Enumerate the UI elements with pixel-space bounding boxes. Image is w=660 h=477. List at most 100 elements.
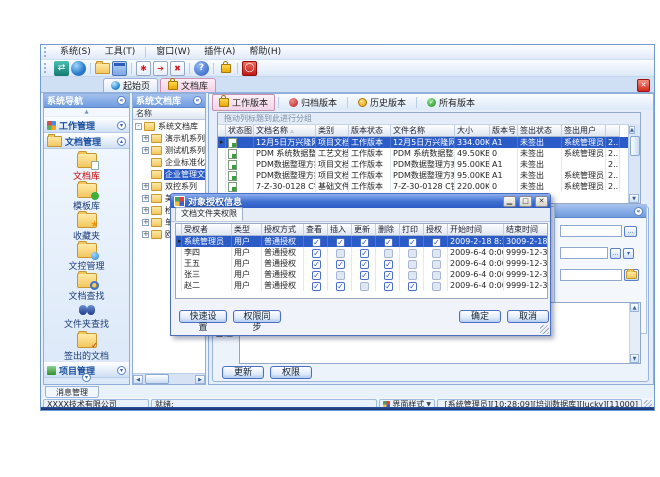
checkbox-checked[interactable]: ✓	[432, 238, 441, 247]
table-row[interactable]: PDM 系统数据整理检...工艺文档工作版本PDM 系统数据整理...49.50…	[218, 148, 640, 159]
permission-row-王五[interactable]: 王五用户普通授权✓✓✓✓2009-6-4 0:00:009999-12-31 2…	[176, 258, 547, 269]
table-row[interactable]: 7-Z-30-0128 C钢70...基础文件工作版本7-Z-30-0128 C…	[218, 181, 640, 192]
checkbox-checked[interactable]: ✓	[360, 271, 369, 280]
tab-archived-version[interactable]: 归档版本	[282, 94, 344, 111]
tree-node-双控系列[interactable]: +双控系列	[133, 180, 205, 192]
doc-flag-icon[interactable]: ✖	[170, 61, 185, 76]
tab-history-version[interactable]: 历史版本	[351, 94, 413, 111]
exit-icon[interactable]: ◯	[242, 61, 257, 76]
computer-sync-icon[interactable]: ⇄	[54, 61, 69, 76]
column-header-打印[interactable]: 打印	[400, 224, 424, 236]
table-row[interactable]: PDM数据整理方案2.doc项目文档工作版本PDM数据整理方案2.doc95.0…	[218, 170, 640, 181]
column-header-类型[interactable]: 类型	[232, 224, 262, 236]
doc-mail-icon[interactable]: ➔	[153, 61, 168, 76]
column-header-受权者[interactable]: 受权者	[182, 224, 232, 236]
checkbox-checked[interactable]: ✓	[336, 238, 345, 247]
property-field-1[interactable]	[560, 225, 622, 237]
tab-document-library[interactable]: 文档库	[160, 78, 216, 92]
scrollbar-thumb[interactable]	[145, 374, 169, 384]
checkbox-unchecked[interactable]	[432, 271, 441, 280]
checkbox-checked[interactable]: ✓	[312, 282, 321, 291]
checkbox-checked[interactable]: ✓	[408, 282, 417, 291]
scroll-down-icon[interactable]: ▼	[630, 354, 639, 363]
toolbar-grip[interactable]	[44, 63, 49, 73]
ok-button[interactable]: 确定	[459, 310, 501, 323]
table-row[interactable]: PDM数据整理方案.doc项目文档工作版本PDM数据整理方案.doc95.00K…	[218, 159, 640, 170]
chevron-up-icon[interactable]: ▴	[117, 137, 126, 146]
nav-scroll-down[interactable]: ▾	[44, 372, 129, 383]
checkbox-checked[interactable]: ✓	[360, 238, 369, 247]
column-header-查看[interactable]: 查看	[304, 224, 328, 236]
sidebar-item-文档查找[interactable]: 文档查找	[44, 272, 129, 302]
permission-sync-button[interactable]: 权限同步	[233, 310, 281, 323]
doc-new-icon[interactable]: ✱	[136, 61, 151, 76]
close-button[interactable]: ✕	[535, 196, 548, 207]
checkbox-unchecked[interactable]	[408, 249, 417, 258]
checkbox-checked[interactable]: ✓	[408, 238, 417, 247]
table-vertical-scrollbar[interactable]: ▲ ▼	[628, 124, 640, 203]
permission-row-李四[interactable]: 李四用户普通授权✓✓2009-6-4 0:00:009999-12-31 23:…	[176, 247, 547, 258]
tree-expander-icon[interactable]: +	[142, 183, 149, 190]
checkbox-checked[interactable]: ✓	[312, 249, 321, 258]
checkbox-unchecked[interactable]	[408, 271, 417, 280]
nav-group-documents[interactable]: 文档管理 ▴	[44, 133, 129, 149]
maximize-button[interactable]: □	[519, 196, 532, 207]
column-header-版本号[interactable]: 版本号	[490, 125, 518, 137]
sidebar-item-文控管理[interactable]: 文控管理	[44, 242, 129, 272]
tab-start-page[interactable]: 起始页	[103, 78, 158, 92]
checkbox-checked[interactable]: ✓	[384, 238, 393, 247]
menu-tools[interactable]: 工具(T)	[98, 45, 143, 59]
scroll-down-icon[interactable]: ▼	[629, 194, 639, 203]
column-header-版本状态[interactable]: 版本状态	[349, 125, 391, 137]
column-header-删除[interactable]: 删除	[376, 224, 400, 236]
tree-expander-icon[interactable]: +	[142, 207, 149, 214]
ellipsis-button[interactable]: …	[610, 248, 621, 259]
sidebar-item-模板库[interactable]: 模板库	[44, 182, 129, 212]
column-header-大小[interactable]: 大小	[455, 125, 490, 137]
checkbox-unchecked[interactable]	[360, 282, 369, 291]
checkbox-unchecked[interactable]	[336, 249, 345, 258]
property-field-3[interactable]	[560, 269, 622, 281]
checkbox-checked[interactable]: ✓	[336, 260, 345, 269]
browse-button[interactable]: …	[624, 226, 637, 237]
tree-expander-icon[interactable]: -	[135, 123, 142, 130]
lock-icon[interactable]	[218, 61, 233, 76]
scroll-up-icon[interactable]: ▲	[630, 303, 639, 312]
tree-node-测试机系列[interactable]: +测试机系列	[133, 144, 205, 156]
column-header-开始时间[interactable]: 开始时间	[448, 224, 504, 236]
checkbox-checked[interactable]: ✓	[312, 238, 321, 247]
scroll-up-icon[interactable]: ▲	[629, 126, 635, 134]
minimize-button[interactable]: ▁	[503, 196, 516, 207]
chevron-down-icon[interactable]: ▾	[117, 121, 126, 130]
column-header-文件名称[interactable]: 文件名称	[391, 125, 455, 137]
dropdown-button[interactable]: ▾	[623, 248, 634, 259]
checkbox-checked[interactable]: ✓	[360, 260, 369, 269]
globe-icon[interactable]	[71, 61, 86, 76]
tab-working-version[interactable]: 工作版本	[212, 94, 275, 111]
nav-scroll-up[interactable]: ▲	[44, 108, 129, 117]
checkbox-unchecked[interactable]	[432, 260, 441, 269]
update-button[interactable]: 更新	[222, 366, 264, 379]
nav-group-work[interactable]: 工作管理 ▾	[44, 117, 129, 133]
permission-row-赵二[interactable]: 赵二用户普通授权✓✓✓✓2009-6-4 0:00:009999-12-31 2…	[176, 280, 547, 291]
permission-row-张三[interactable]: 张三用户普通授权✓✓✓2009-6-4 0:00:009999-12-31 23…	[176, 269, 547, 280]
window-icon[interactable]	[112, 61, 127, 76]
tree-expander-icon[interactable]: +	[142, 147, 149, 154]
checkbox-unchecked[interactable]	[432, 282, 441, 291]
scrollbar-thumb[interactable]	[630, 136, 640, 156]
tab-message-management[interactable]: 消息管理	[45, 386, 99, 398]
property-field-2[interactable]	[560, 247, 608, 259]
column-header-授权方式[interactable]: 授权方式	[262, 224, 304, 236]
column-header-授权[interactable]: 授权	[424, 224, 448, 236]
checkbox-unchecked[interactable]	[336, 271, 345, 280]
menu-window[interactable]: 窗口(W)	[149, 45, 197, 59]
collapse-panel-icon[interactable]: «	[117, 96, 126, 105]
column-header-类别[interactable]: 类别	[316, 125, 349, 137]
column-header-状态图[interactable]: 状态图	[226, 125, 254, 137]
close-tab-button[interactable]: ✕	[637, 79, 650, 92]
permission-row-系统管理员[interactable]: ▸系统管理员用户普通授权✓✓✓✓✓✓2009-2-18 8:35:573009-…	[176, 236, 547, 247]
help-icon[interactable]: ?	[194, 61, 209, 76]
checkbox-checked[interactable]: ✓	[336, 282, 345, 291]
checkbox-checked[interactable]: ✓	[360, 249, 369, 258]
folder-icon[interactable]	[95, 61, 110, 76]
